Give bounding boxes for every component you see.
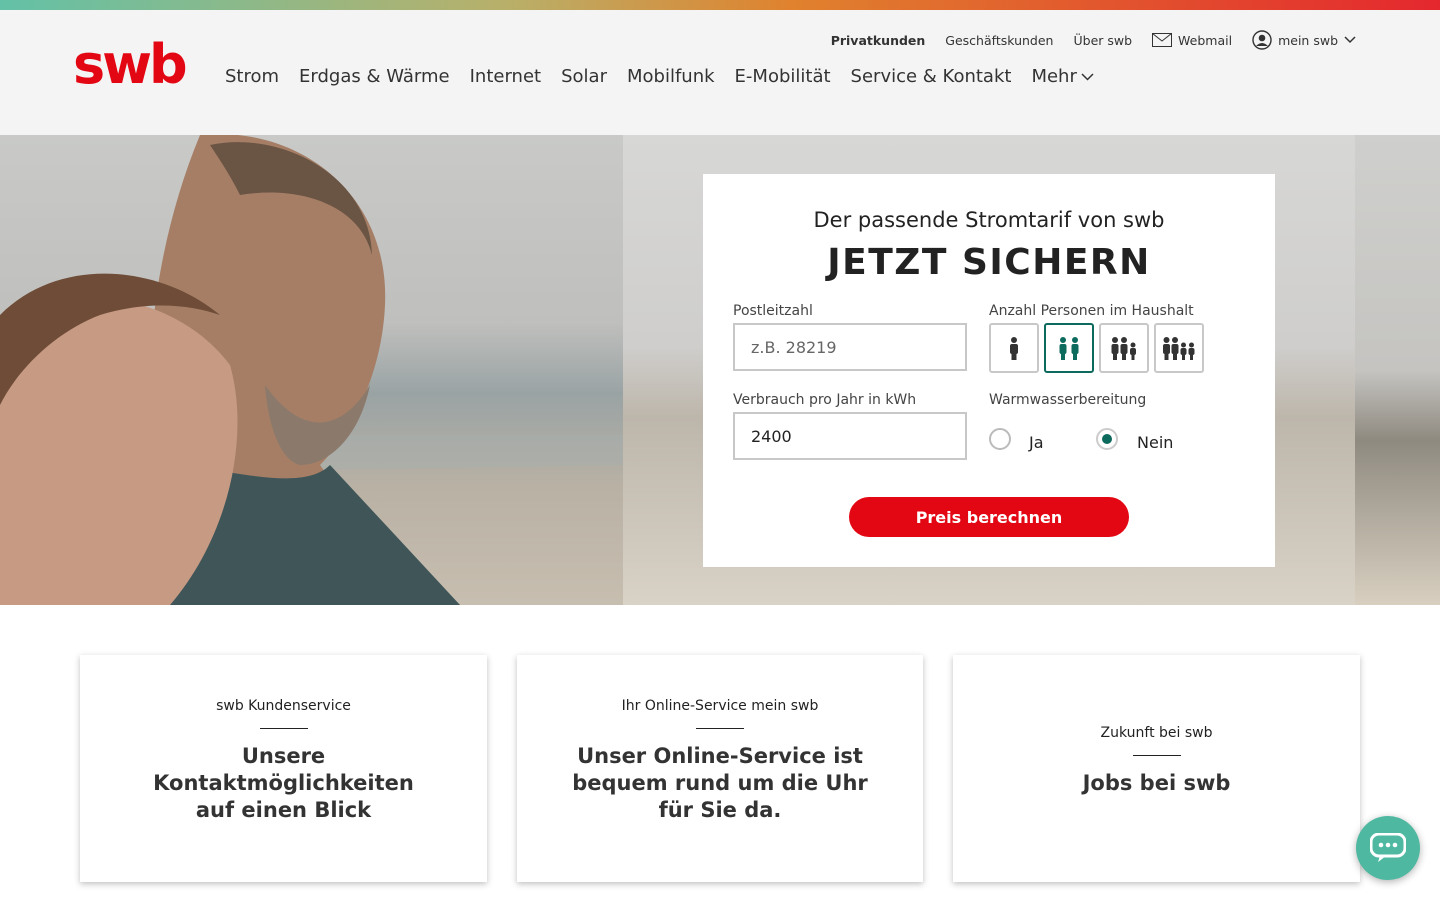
- nav-mehr[interactable]: Mehr: [1031, 66, 1094, 87]
- site-header: swb Privatkunden Geschäftskunden Über sw…: [0, 10, 1440, 135]
- nav-internet[interactable]: Internet: [470, 66, 541, 87]
- postcode-label: Postleitzahl: [733, 303, 813, 319]
- teaser-title: Unser Online-Service ist bequem rund um …: [572, 744, 868, 822]
- persons-2-button[interactable]: [1044, 323, 1094, 373]
- meta-nav-geschaeftskunden[interactable]: Geschäftskunden: [945, 33, 1053, 48]
- user-circle-icon: [1252, 30, 1272, 50]
- teaser-card-jobs[interactable]: Zukunft bei swb Jobs bei swb: [953, 655, 1360, 882]
- swb-logo[interactable]: swb: [73, 38, 188, 92]
- nav-service-kontakt[interactable]: Service & Kontakt: [851, 66, 1012, 87]
- calculate-price-button[interactable]: Preis berechnen: [849, 497, 1129, 537]
- meta-nav-ueber-swb[interactable]: Über swb: [1073, 33, 1132, 48]
- nav-mobilfunk[interactable]: Mobilfunk: [627, 66, 715, 87]
- nav-solar[interactable]: Solar: [561, 66, 607, 87]
- teaser-divider: [1132, 755, 1181, 756]
- hero-couple-image: [0, 135, 623, 605]
- chevron-down-icon: [1081, 72, 1094, 81]
- persons-3-icon: [1111, 337, 1136, 360]
- nav-mehr-label: Mehr: [1031, 66, 1077, 87]
- warmwater-yes-radio[interactable]: [989, 428, 1011, 450]
- teaser-divider: [696, 728, 744, 729]
- nav-strom[interactable]: Strom: [225, 66, 279, 87]
- meta-navigation: Privatkunden Geschäftskunden Über swb We…: [831, 30, 1356, 50]
- webmail-label: Webmail: [1178, 32, 1233, 48]
- teaser-title: Unsere Kontaktmöglichkeiten auf einen Bl…: [153, 744, 414, 822]
- chat-bubble-icon: [1370, 833, 1406, 862]
- chat-button[interactable]: [1356, 816, 1420, 880]
- persons-1-button[interactable]: [989, 323, 1039, 373]
- warmwater-yes-label[interactable]: Ja: [1029, 433, 1044, 452]
- main-navigation: Strom Erdgas & Wärme Internet Solar Mobi…: [225, 66, 1094, 87]
- couple-illustration: [0, 135, 623, 605]
- teaser-card-online-service[interactable]: Ihr Online-Service mein swb Unser Online…: [517, 655, 923, 882]
- teaser-card-kundenservice[interactable]: swb Kundenservice Unsere Kontaktmöglichk…: [80, 655, 487, 882]
- persons-3-button[interactable]: [1099, 323, 1149, 373]
- consumption-label: Verbrauch pro Jahr in kWh: [733, 392, 917, 408]
- meta-nav-mein-swb[interactable]: mein swb: [1252, 30, 1356, 50]
- teaser-kicker: Zukunft bei swb: [1100, 725, 1213, 741]
- teaser-kicker: Ihr Online-Service mein swb: [621, 698, 819, 714]
- warmwater-no-label[interactable]: Nein: [1137, 433, 1173, 452]
- persons-2-icon: [1059, 337, 1079, 360]
- person-1-icon: [1010, 337, 1018, 360]
- chevron-down-icon: [1344, 36, 1356, 44]
- teaser-divider: [259, 728, 308, 729]
- teaser-kicker: swb Kundenservice: [216, 698, 351, 714]
- meta-nav-webmail[interactable]: Webmail: [1152, 33, 1232, 48]
- persons-4-icon: [1163, 337, 1195, 360]
- mein-swb-label: mein swb: [1278, 32, 1338, 48]
- hero-beach-image: [1355, 135, 1440, 605]
- nav-erdgas-waerme[interactable]: Erdgas & Wärme: [299, 66, 450, 87]
- persons-label: Anzahl Personen im Haushalt: [989, 303, 1194, 319]
- consumption-input[interactable]: [733, 412, 967, 460]
- meta-nav-privatkunden[interactable]: Privatkunden: [831, 33, 926, 48]
- warmwater-label: Warmwasserbereitung: [989, 392, 1147, 408]
- brand-gradient-bar: [0, 0, 1440, 10]
- teaser-title: Jobs bei swb: [1082, 771, 1231, 795]
- warmwater-no-radio[interactable]: [1096, 428, 1118, 450]
- hero-banner: Der passende Stromtarif von swb JETZT SI…: [0, 135, 1440, 605]
- persons-4-button[interactable]: [1154, 323, 1204, 373]
- tariff-subtitle: Der passende Stromtarif von swb: [813, 208, 1165, 232]
- nav-e-mobilitaet[interactable]: E-Mobilität: [735, 66, 831, 87]
- tariff-headline: JETZT SICHERN: [827, 242, 1151, 283]
- tariff-calculator-card: Der passende Stromtarif von swb JETZT SI…: [703, 174, 1275, 567]
- postcode-input[interactable]: [733, 323, 967, 371]
- envelope-icon: [1152, 33, 1173, 47]
